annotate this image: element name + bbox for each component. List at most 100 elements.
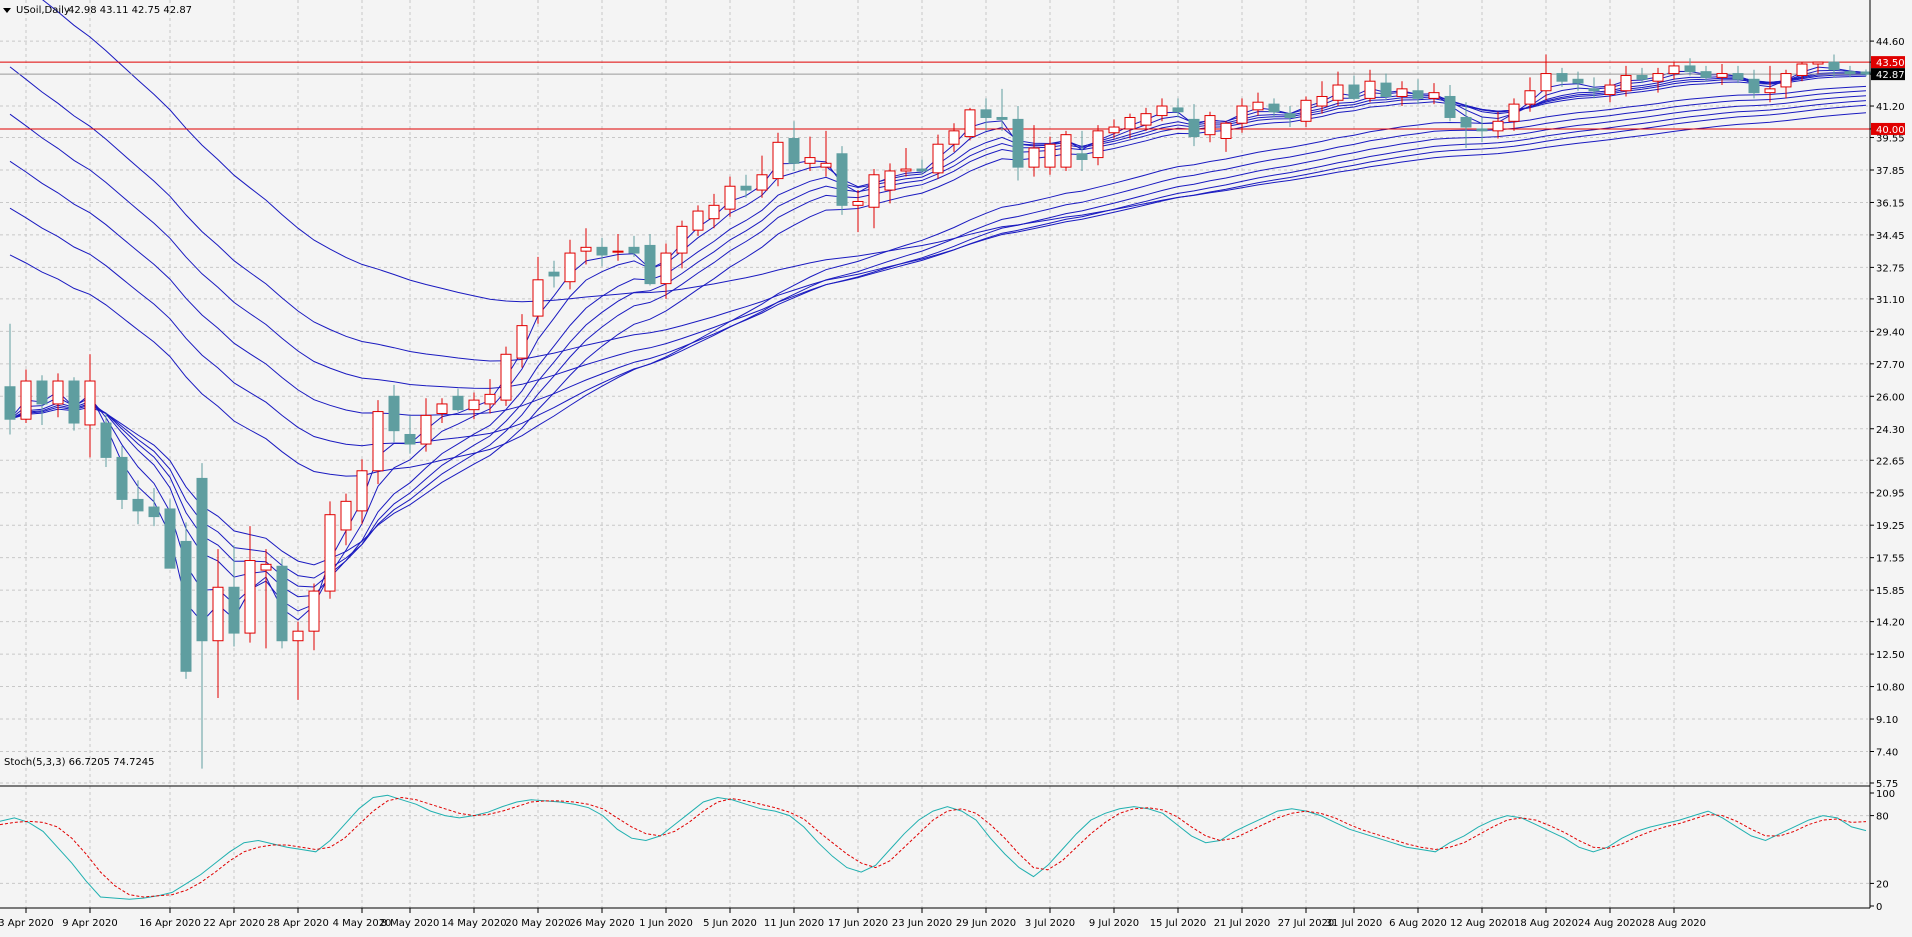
candle-body-bull bbox=[1780, 73, 1792, 88]
candle[interactable] bbox=[836, 146, 848, 215]
time-tick-label: 28 Apr 2020 bbox=[267, 918, 329, 929]
candle-body-bull bbox=[468, 399, 480, 411]
candle-body-bear bbox=[980, 109, 992, 118]
candle-body-bull bbox=[356, 470, 368, 512]
candle-body-bull bbox=[868, 174, 880, 208]
ohlc-label: 42.98 43.11 42.75 42.87 bbox=[68, 5, 192, 16]
candle-body-bear bbox=[228, 586, 240, 634]
candle-body-bear bbox=[1268, 103, 1280, 113]
price-tick-label: 37.85 bbox=[1876, 166, 1905, 177]
stoch-tick-label: 0 bbox=[1876, 902, 1882, 913]
candle-body-bull bbox=[660, 252, 672, 285]
candle-body-bull bbox=[564, 252, 576, 283]
candle-body-bear bbox=[1732, 73, 1744, 80]
price-tick-label: 10.80 bbox=[1876, 683, 1905, 694]
candle-body-bull bbox=[500, 353, 512, 401]
candle-body-bear bbox=[1012, 118, 1024, 168]
time-tick-label: 18 Aug 2020 bbox=[1514, 918, 1578, 929]
price-tick-label: 31.10 bbox=[1876, 295, 1905, 306]
time-tick-label: 11 Jun 2020 bbox=[764, 918, 824, 929]
candle-body-bull bbox=[340, 500, 352, 531]
candle-body-bull bbox=[932, 143, 944, 174]
current-price-label: 42.87 bbox=[1876, 70, 1905, 81]
candle-body-bull bbox=[1028, 147, 1040, 168]
candle-body-bear bbox=[1348, 84, 1360, 99]
candle-body-bear bbox=[1444, 95, 1456, 118]
candle-body-bear bbox=[276, 565, 288, 642]
candle-body-bear bbox=[996, 116, 1008, 120]
candle-body-bull bbox=[1428, 92, 1440, 99]
candle-body-bear bbox=[916, 168, 928, 172]
time-tick-label: 9 Jul 2020 bbox=[1089, 918, 1139, 929]
candle-body-bear bbox=[1460, 116, 1472, 128]
candle-body-bear bbox=[116, 456, 128, 500]
candle[interactable] bbox=[164, 499, 176, 569]
price-tick-label: 20.95 bbox=[1876, 489, 1905, 500]
time-tick-label: 8 May 2020 bbox=[381, 918, 440, 929]
time-tick-label: 21 Jul 2020 bbox=[1214, 918, 1271, 929]
chart-svg[interactable]: 44.6041.2039.5537.8536.1534.4532.7531.10… bbox=[0, 0, 1912, 933]
candle-body-bear bbox=[644, 244, 656, 285]
candle[interactable] bbox=[500, 346, 512, 406]
time-tick-label: 9 Apr 2020 bbox=[62, 918, 117, 929]
candle[interactable] bbox=[964, 107, 976, 141]
candle-body-bull bbox=[1156, 105, 1168, 117]
candle-body-bull bbox=[244, 560, 256, 634]
price-tick-label: 41.20 bbox=[1876, 102, 1905, 113]
candle-body-bear bbox=[836, 153, 848, 206]
price-tick-label: 34.45 bbox=[1876, 231, 1905, 242]
candle-body-bull bbox=[484, 393, 496, 405]
candle-body-bull bbox=[964, 109, 976, 138]
time-tick-label: 1 Jun 2020 bbox=[639, 918, 693, 929]
price-tick-label: 22.65 bbox=[1876, 456, 1905, 467]
price-tick-label: 15.85 bbox=[1876, 586, 1905, 597]
candle[interactable] bbox=[276, 558, 288, 649]
candle-body-bull bbox=[212, 586, 224, 642]
candle[interactable] bbox=[324, 501, 336, 599]
candle-body-bull bbox=[1652, 73, 1664, 82]
candle-body-bull bbox=[580, 246, 592, 252]
candle-body-bull bbox=[1140, 113, 1152, 126]
candle-body-bear bbox=[1572, 78, 1584, 84]
candle[interactable] bbox=[1060, 130, 1072, 171]
candle-body-bull bbox=[900, 168, 912, 172]
candle-body-bull bbox=[516, 325, 528, 359]
candle-body-bear bbox=[1188, 118, 1200, 138]
symbol-label: USoil,Daily bbox=[16, 5, 70, 16]
candle-body-bull bbox=[1108, 126, 1120, 134]
candle-body-bull bbox=[1204, 115, 1216, 136]
candle-body-bear bbox=[196, 477, 208, 642]
candle-body-bull bbox=[708, 204, 720, 220]
time-tick-label: 3 Apr 2020 bbox=[0, 918, 54, 929]
candle-body-bull bbox=[692, 210, 704, 231]
candle[interactable] bbox=[68, 377, 80, 431]
candle-body-bull bbox=[1332, 84, 1344, 101]
time-tick-label: 31 Jul 2020 bbox=[1326, 918, 1383, 929]
candle-body-bull bbox=[948, 130, 960, 145]
candle-body-bear bbox=[1172, 107, 1184, 113]
stoch-tick-label: 80 bbox=[1876, 812, 1889, 823]
price-tick-label: 19.25 bbox=[1876, 521, 1905, 532]
candle-body-bull bbox=[1604, 84, 1616, 96]
candle-body-bull bbox=[1508, 103, 1520, 122]
candle-body-bear bbox=[548, 271, 560, 277]
candle-body-bull bbox=[292, 630, 304, 642]
candle-body-bear bbox=[388, 395, 400, 432]
candle[interactable] bbox=[180, 522, 192, 679]
candle-body-bull bbox=[1124, 116, 1136, 130]
candle-body-bull bbox=[532, 279, 544, 317]
candle-body-bull bbox=[52, 380, 64, 405]
candle-body-bull bbox=[20, 380, 32, 420]
candle-body-bear bbox=[1588, 88, 1600, 92]
time-tick-label: 17 Jun 2020 bbox=[828, 918, 888, 929]
price-tick-label: 14.20 bbox=[1876, 618, 1905, 629]
stoch-label: Stoch(5,3,3) 66.7205 74.7245 bbox=[4, 757, 155, 768]
candle-body-bull bbox=[1668, 65, 1680, 75]
candle-body-bull bbox=[1764, 88, 1776, 94]
candle-body-bear bbox=[164, 508, 176, 569]
price-tick-label: 9.10 bbox=[1876, 715, 1898, 726]
candle-body-bull bbox=[820, 162, 832, 168]
candle-body-bear bbox=[788, 137, 800, 164]
time-tick-label: 5 Jun 2020 bbox=[703, 918, 757, 929]
candle-body-bear bbox=[180, 540, 192, 672]
